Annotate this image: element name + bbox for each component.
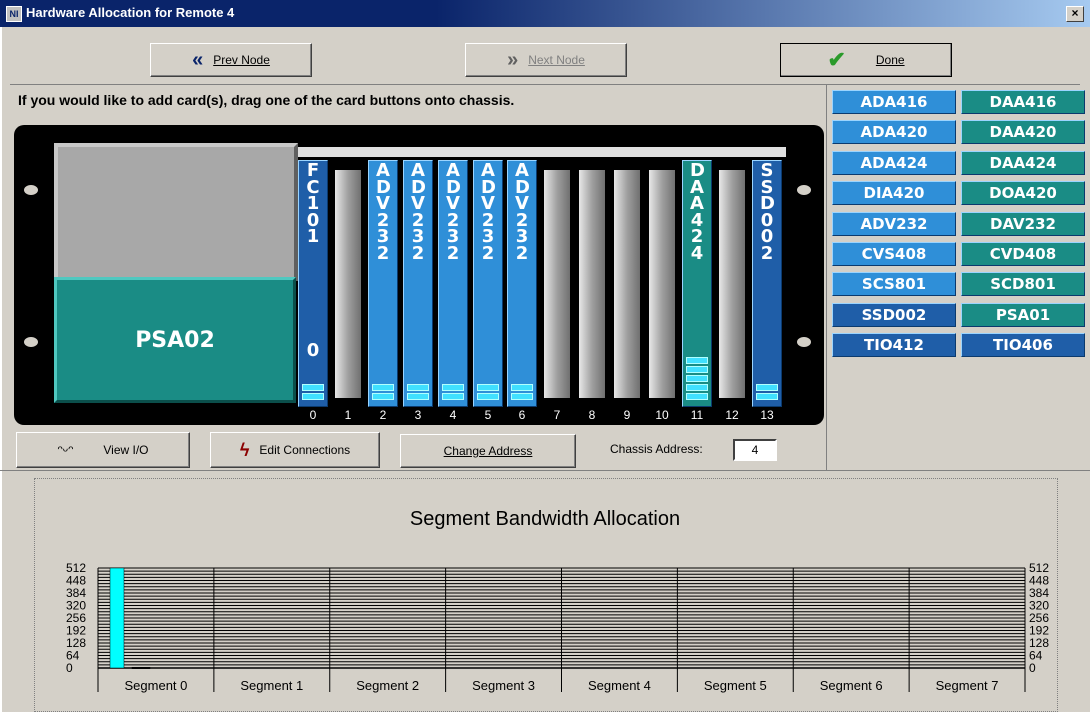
y-tick-label-left: 384 <box>66 586 86 600</box>
y-tick-label-left: 0 <box>66 661 73 675</box>
y-tick-label-left: 320 <box>66 599 86 613</box>
y-tick-label-left: 448 <box>66 574 86 588</box>
y-tick-label-right: 192 <box>1029 624 1049 638</box>
y-tick-label-right: 512 <box>1029 561 1049 575</box>
x-tick-label: Segment 0 <box>125 678 188 693</box>
y-tick-label-left: 192 <box>66 624 86 638</box>
y-tick-label-right: 0 <box>1029 661 1036 675</box>
data-bar <box>131 666 151 669</box>
x-tick-label: Segment 5 <box>704 678 767 693</box>
y-tick-label-right: 128 <box>1029 636 1049 650</box>
x-tick-label: Segment 3 <box>472 678 535 693</box>
x-tick-label: Segment 2 <box>356 678 419 693</box>
x-tick-label: Segment 6 <box>820 678 883 693</box>
y-tick-label-left: 128 <box>66 636 86 650</box>
y-tick-label-right: 384 <box>1029 586 1049 600</box>
y-tick-label-left: 256 <box>66 611 86 625</box>
data-bar <box>109 567 125 669</box>
y-tick-label-right: 64 <box>1029 649 1043 663</box>
y-tick-label-right: 256 <box>1029 611 1049 625</box>
x-tick-label: Segment 7 <box>936 678 999 693</box>
y-tick-label-left: 512 <box>66 561 86 575</box>
y-tick-label-right: 448 <box>1029 574 1049 588</box>
x-tick-label: Segment 1 <box>240 678 303 693</box>
y-tick-label-left: 64 <box>66 649 80 663</box>
bandwidth-chart: 0 064 64128 128192 192256 256320 320384 384448 4… <box>66 561 1049 693</box>
x-tick-label: Segment 4 <box>588 678 651 693</box>
y-tick-label-right: 320 <box>1029 599 1049 613</box>
